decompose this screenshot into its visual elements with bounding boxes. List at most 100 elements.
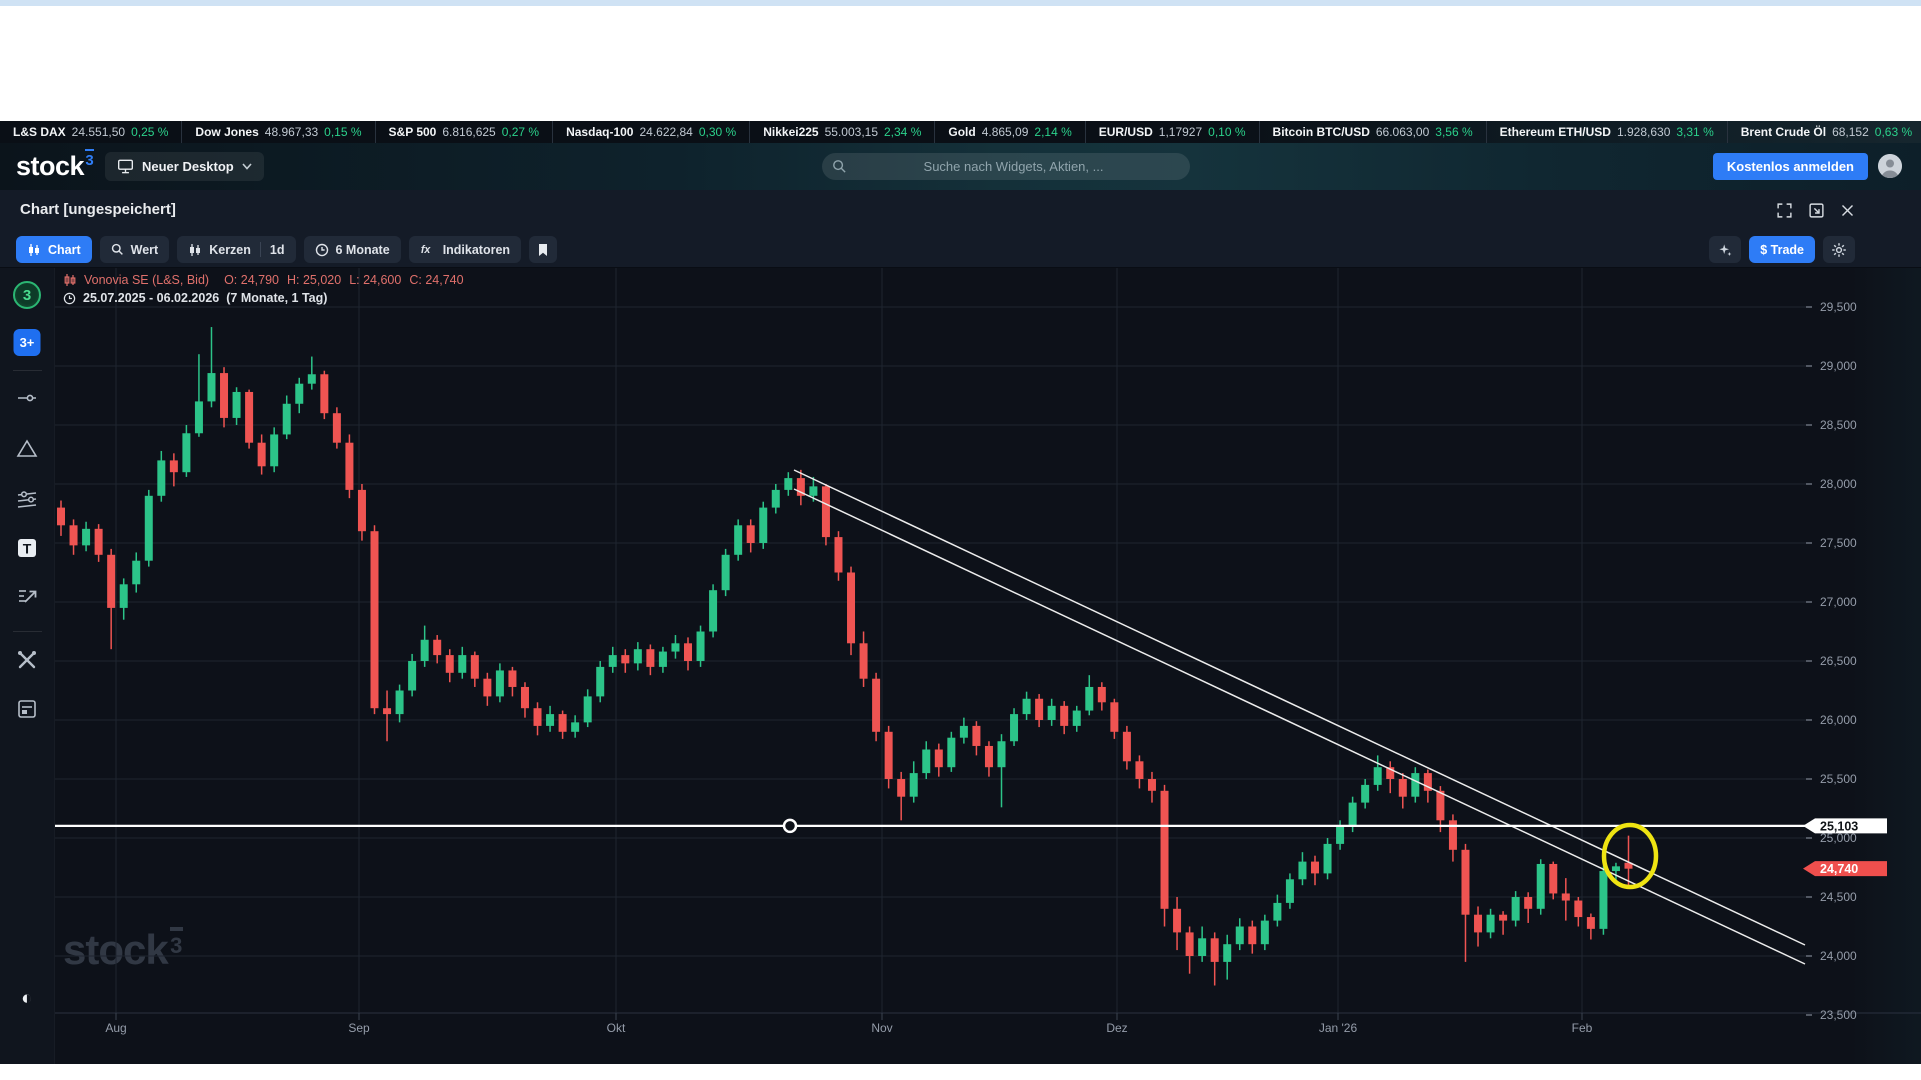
- ticker-item[interactable]: Dow Jones48.967,330,15 %: [182, 121, 375, 143]
- ticker-value: 24.622,84: [639, 125, 692, 139]
- ticker-change: 0,63 %: [1875, 125, 1912, 139]
- indicators-button[interactable]: fx Indikatoren: [409, 236, 521, 263]
- close-icon[interactable]: [1840, 203, 1855, 218]
- ticker-change: 0,27 %: [502, 125, 539, 139]
- ticker-item[interactable]: Ethereum ETH/USD1.928,6303,31 %: [1487, 121, 1728, 143]
- signup-button[interactable]: Kostenlos anmelden: [1713, 153, 1868, 180]
- ticker-value: 66.063,00: [1376, 125, 1429, 139]
- legend-instrument-name[interactable]: Vonovia SE (L&S, Bid): [84, 273, 209, 287]
- legend-ohlc-value: O: 24,790: [224, 273, 279, 287]
- chart-plot-area: stock 3 29,50029,00028,50028,00027,50027…: [55, 268, 1921, 1064]
- legend-range-row: 25.07.2025 - 06.02.2026 (7 Monate, 1 Tag…: [63, 290, 464, 306]
- user-icon: [1878, 154, 1902, 178]
- ticker-change: 0,25 %: [131, 125, 168, 139]
- x-axis-label: Feb: [1572, 1021, 1593, 1035]
- ticker-value: 1.928,630: [1617, 125, 1670, 139]
- ticker-item[interactable]: Gold4.865,092,14 %: [935, 121, 1085, 143]
- shapes-tool[interactable]: [15, 437, 39, 461]
- settings-button[interactable]: [1823, 236, 1855, 263]
- layout-button[interactable]: [15, 697, 39, 721]
- search-input[interactable]: [847, 158, 1180, 175]
- ticker-value: 68,152: [1832, 125, 1869, 139]
- ticker-value: 1,17927: [1159, 125, 1202, 139]
- range-button[interactable]: 6 Monate: [304, 236, 401, 263]
- ticker-symbol: Dow Jones: [195, 125, 258, 139]
- ticker-item[interactable]: Nikkei22555.003,152,34 %: [750, 121, 935, 143]
- tab-chart-label: Chart: [48, 243, 81, 257]
- legend-ohlc-value: C: 24,740: [409, 273, 463, 287]
- trend-channel[interactable]: [794, 470, 1805, 964]
- theme-toggle[interactable]: ◐: [21, 988, 32, 1010]
- magic-button[interactable]: [1709, 236, 1741, 263]
- ticker-change: 3,56 %: [1435, 125, 1472, 139]
- text-tool[interactable]: T: [15, 536, 39, 560]
- charttype-interval-button[interactable]: Kerzen 1d: [177, 236, 295, 263]
- stock3-logo[interactable]: stock 3: [16, 151, 94, 181]
- y-axis-label: 26,500: [1820, 654, 1857, 668]
- ticker-item[interactable]: S&P 500 6.816,625 0,27 %: [376, 121, 554, 143]
- ticker-symbol: Nikkei225: [763, 125, 818, 139]
- ticker-bar: L&S DAX24.551,500,25 % Dow Jones 48.967,33…: [0, 121, 1921, 143]
- add-widget-button[interactable]: 3+: [14, 329, 41, 356]
- legend-ohlc-value: L: 24,600: [349, 273, 401, 287]
- ticker-change: 0,10 %: [1208, 125, 1245, 139]
- y-axis-label: 29,000: [1820, 359, 1857, 373]
- last-price-tag: 24,740: [1803, 861, 1887, 876]
- ticker-symbol: S&P 500: [389, 125, 437, 139]
- charttype-label: Kerzen: [209, 243, 251, 257]
- ticker-symbol: Brent Crude Öl: [1741, 125, 1826, 139]
- ticker-item[interactable]: Brent Crude Öl 68,152 0,63 %: [1728, 121, 1921, 143]
- x-axis-label: Dez: [1106, 1021, 1127, 1035]
- logo-superscript: 3: [85, 149, 94, 169]
- bookmark-icon: [537, 243, 549, 257]
- chart-legend: Vonovia SE (L&S, Bid) O: 24,790H: 25,020…: [63, 272, 464, 306]
- ticker-symbol: Bitcoin BTC/USD: [1273, 125, 1370, 139]
- ticker-value: 6.816,625: [442, 125, 495, 139]
- chevron-down-icon: [242, 163, 252, 170]
- y-axis-label: 24,500: [1820, 890, 1857, 904]
- bookmark-button[interactable]: [529, 236, 557, 263]
- y-axis-label: 29,500: [1820, 300, 1857, 314]
- ticker-item[interactable]: Bitcoin BTC/USD 66.063,00 3,56 %: [1260, 121, 1487, 143]
- ticker-item[interactable]: L&S DAX24.551,500,25 %: [0, 121, 182, 143]
- annotation-arrow-tool[interactable]: [15, 584, 39, 608]
- pattern-tool[interactable]: [15, 487, 39, 511]
- trade-button[interactable]: $ Trade: [1749, 236, 1815, 263]
- highlight-ellipse[interactable]: [1604, 825, 1656, 887]
- trade-label: $ Trade: [1760, 243, 1804, 257]
- legend-range: 25.07.2025 - 06.02.2026: [83, 291, 219, 305]
- logo-text: stock: [16, 151, 84, 181]
- tab-chart[interactable]: Chart: [16, 236, 92, 263]
- ticker-change: 2,14 %: [1034, 125, 1071, 139]
- popout-icon[interactable]: [1808, 202, 1825, 219]
- range-label: 6 Monate: [336, 243, 390, 257]
- fullscreen-icon[interactable]: [1776, 202, 1793, 219]
- avatar[interactable]: [1878, 154, 1902, 178]
- ticker-value: 4.865,09: [982, 125, 1029, 139]
- trendline-tool[interactable]: [15, 386, 39, 410]
- ticker-value: 48.967,33: [265, 125, 318, 139]
- price-chart-canvas[interactable]: 29,50029,00028,50028,00027,50027,00026,5…: [55, 268, 1921, 1064]
- ticker-item[interactable]: EUR/USD 1,17927 0,10 %: [1086, 121, 1260, 143]
- stock3-app: L&S DAX24.551,500,25 % Dow Jones 48.967,33…: [0, 121, 1921, 1064]
- y-axis-label: 27,500: [1820, 536, 1857, 550]
- widget-title: Chart [ungespeichert]: [20, 201, 176, 218]
- y-axis-label: 23,500: [1820, 1008, 1857, 1022]
- desktop-selector-button[interactable]: Neuer Desktop: [105, 152, 264, 181]
- divider: [13, 370, 42, 371]
- instrument-search-button[interactable]: Wert: [100, 236, 170, 263]
- y-axis-label: 24,000: [1820, 949, 1857, 963]
- drawing-sidebar: 3 3+: [0, 268, 55, 1064]
- instrument-search-label: Wert: [131, 243, 159, 257]
- ticker-item[interactable]: Nasdaq-10024.622,840,30 %: [553, 121, 750, 143]
- x-axis-label: Jan '26: [1319, 1021, 1358, 1035]
- clock-icon: [315, 243, 329, 257]
- y-axis[interactable]: 29,50029,00028,50028,00027,50027,00026,5…: [1806, 300, 1857, 1022]
- stock3-badge[interactable]: 3: [13, 281, 41, 309]
- y-axis-label: 28,500: [1820, 418, 1857, 432]
- x-axis[interactable]: AugSepOktNovDezJan '26Feb: [105, 1013, 1592, 1035]
- tools-button[interactable]: [15, 648, 39, 672]
- line-anchor-handle: [784, 820, 796, 832]
- price-line-tag: 25,103: [1803, 818, 1887, 833]
- ticker-symbol: EUR/USD: [1099, 125, 1153, 139]
